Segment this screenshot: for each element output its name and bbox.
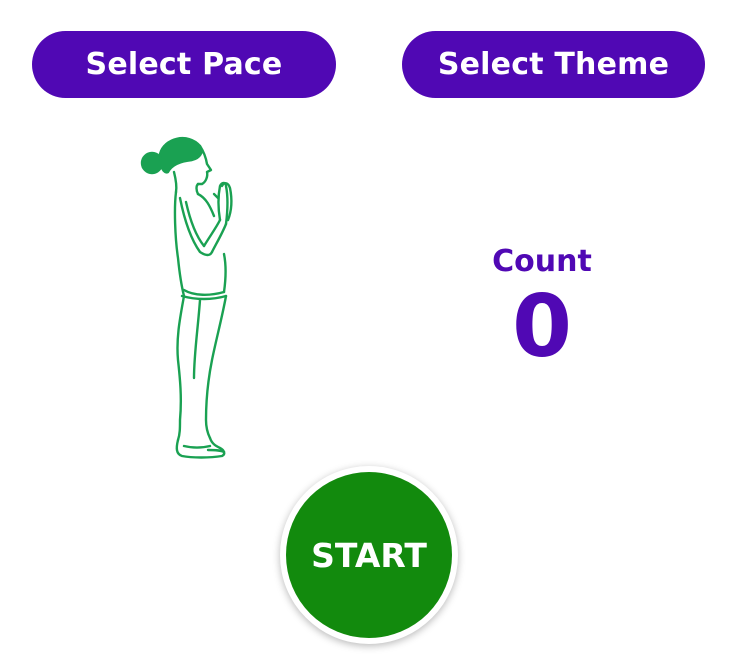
start-button[interactable]: START: [286, 472, 452, 638]
standing-prayer-pose-icon: [130, 128, 250, 464]
select-pace-button[interactable]: Select Pace: [32, 31, 336, 98]
count-value: 0: [512, 277, 572, 377]
select-theme-button[interactable]: Select Theme: [402, 31, 705, 98]
start-button-ring: START: [280, 466, 458, 644]
count-label: Count: [492, 244, 592, 279]
counter-display: Count 0: [440, 242, 644, 370]
